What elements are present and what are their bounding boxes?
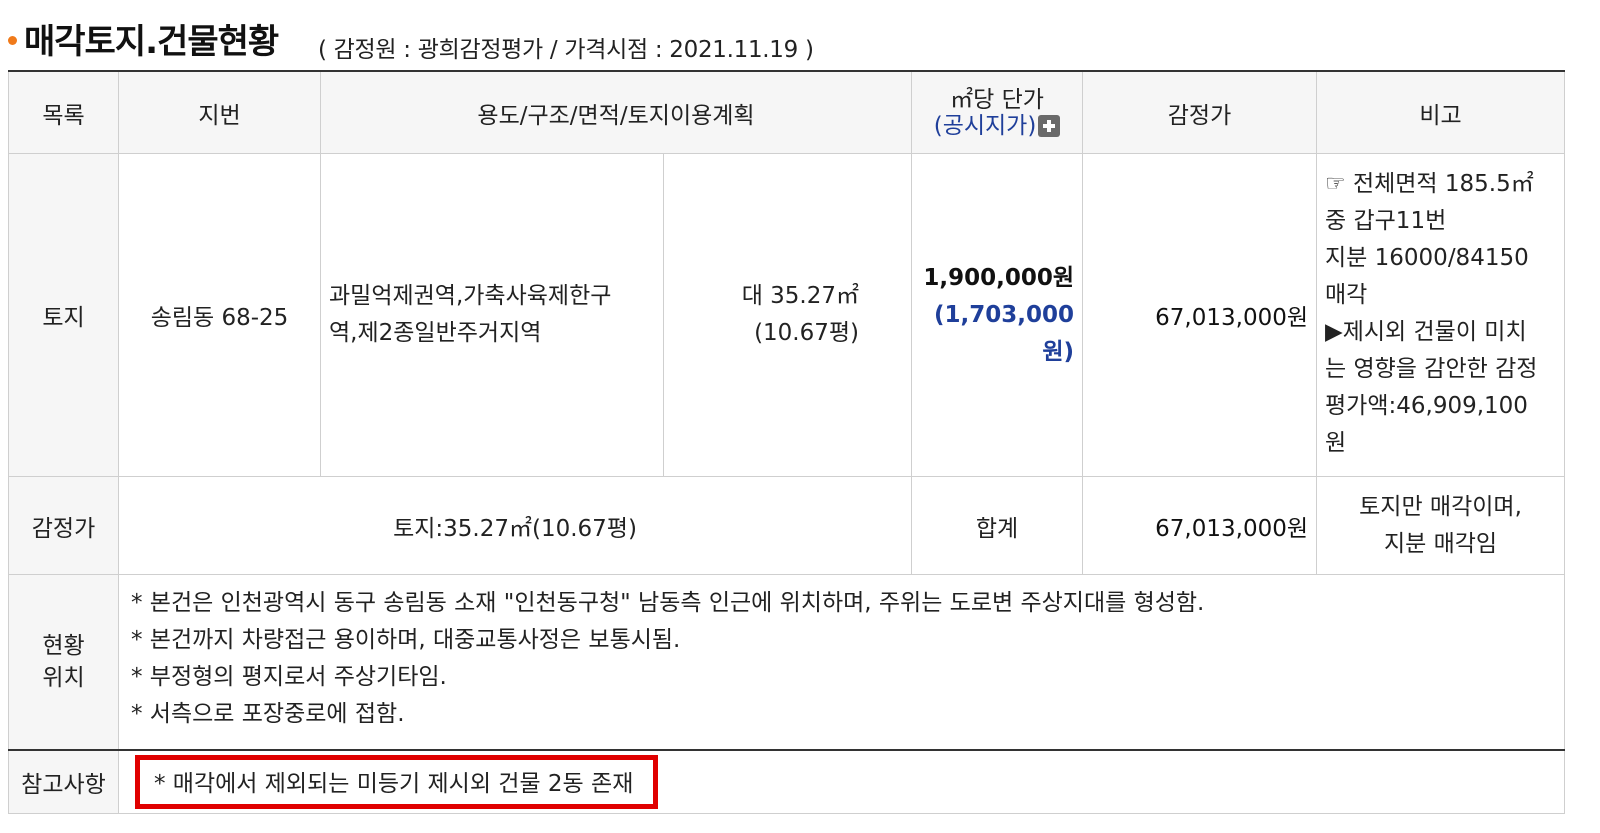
table-header-row: 목록 지번 용도/구조/면적/토지이용계획 ㎡당 단가 (공시지가) 감정가 비… [8,70,1566,154]
reference-cell: * 매각에서 제외되는 미등기 제시외 건물 2동 존재 [117,748,1566,814]
location-label-line2: 위치 [42,664,85,691]
col-header-appraisal: 감정가 [1082,70,1318,154]
orange-bullet-icon [8,36,17,45]
land-row: 토지 송림동 68-25 과밀억제권역,가축사육제한구 역,제2종일반주거지역 … [8,153,1566,477]
location-item: * 서측으로 포장중로에 접함. [131,701,405,727]
remarks-line: 지분 16000/84150 [1325,245,1529,271]
location-label: 현황 위치 [8,574,119,750]
remarks-line: ▶제시외 건물이 미치 [1325,319,1527,345]
land-usage-line2: 역,제2종일반주거지역 [329,320,542,346]
remarks-line: 원 [1325,430,1347,456]
land-area-pyeong: (10.67평) [754,320,860,346]
location-description: * 본건은 인천광역시 동구 송림동 소재 "인천동구청" 남동측 인근에 위치… [117,574,1566,750]
appraisal-summary: 토지:35.27㎡(10.67평) [117,476,913,575]
reference-row: 참고사항 * 매각에서 제외되는 미등기 제시외 건물 2동 존재 [8,748,1566,814]
unit-price-label: ㎡당 단가 [950,86,1044,113]
land-remarks: ☞ 전체면적 185.5㎡ 중 갑구11번 지분 16000/84150 매각 … [1316,153,1566,477]
remarks-line: 는 영향을 감안한 감정 [1325,356,1538,382]
land-type: 토지 [8,153,119,477]
remarks-line: 평가액:46,909,100 [1325,393,1528,419]
appraisal-label: 감정가 [8,476,119,575]
section-title: 매각토지.건물현황 [24,22,279,62]
land-usage: 과밀억제권역,가축사육제한구 역,제2종일반주거지역 [320,153,664,477]
land-area: 대 35.27㎡ (10.67평) [662,153,913,477]
col-header-usage: 용도/구조/면적/토지이용계획 [319,70,913,154]
land-usage-line1: 과밀억제권역,가축사육제한구 [329,283,612,309]
location-item: * 부정형의 평지로서 주상기타임. [131,664,447,690]
col-header-list: 목록 [8,70,119,154]
location-item: * 본건은 인천광역시 동구 송림동 소재 "인천동구청" 남동측 인근에 위치… [131,590,1205,616]
official-price-link[interactable]: (공시지가) [934,113,1037,139]
location-item: * 본건까지 차량접근 용이하며, 대중교통사정은 보통시됨. [131,627,681,653]
total-value: 67,013,000원 [1082,476,1318,575]
official-price-value: (1,703,000원) [934,301,1075,365]
land-area-sqm: 대 35.27㎡ [741,283,860,309]
reference-label: 참고사항 [8,748,119,814]
col-header-lot: 지번 [118,70,321,154]
appraisal-note: 토지만 매각이며, 지분 매각임 [1316,476,1566,575]
remarks-line: 매각 [1325,282,1368,308]
col-header-remarks: 비고 [1316,70,1566,154]
property-status-table: 목록 지번 용도/구조/면적/토지이용계획 ㎡당 단가 (공시지가) 감정가 비… [8,70,1566,814]
remarks-line: ☞ 전체면적 185.5㎡ [1325,171,1534,197]
land-lot-number: 송림동 68-25 [118,153,321,477]
land-unit-price: 1,900,000원 (1,703,000원) [911,153,1084,477]
col-header-unit-price: ㎡당 단가 (공시지가) [911,70,1084,154]
plus-expand-icon[interactable] [1038,115,1061,137]
appraisal-summary-row: 감정가 토지:35.27㎡(10.67평) 합계 67,013,000원 토지만… [8,476,1566,575]
land-appraisal-value: 67,013,000원 [1082,153,1318,477]
location-label-line1: 현황 [42,632,85,659]
appraisal-info: ( 감정원 : 광희감정평가 / 가격시점 : 2021.11.19 ) [318,37,814,63]
unit-price-value: 1,900,000원 [923,264,1075,291]
location-row: 현황 위치 * 본건은 인천광역시 동구 송림동 소재 "인천동구청" 남동측 … [8,574,1566,750]
reference-highlight: * 매각에서 제외되는 미등기 제시외 건물 2동 존재 [135,754,659,809]
total-label: 합계 [911,476,1084,575]
appraisal-note-line1: 토지만 매각이며, [1359,493,1522,520]
remarks-line: 중 갑구11번 [1325,208,1447,234]
section-header: 매각토지.건물현황 ( 감정원 : 광희감정평가 / 가격시점 : 2021.1… [0,0,1600,70]
appraisal-note-line2: 지분 매각임 [1383,530,1498,557]
